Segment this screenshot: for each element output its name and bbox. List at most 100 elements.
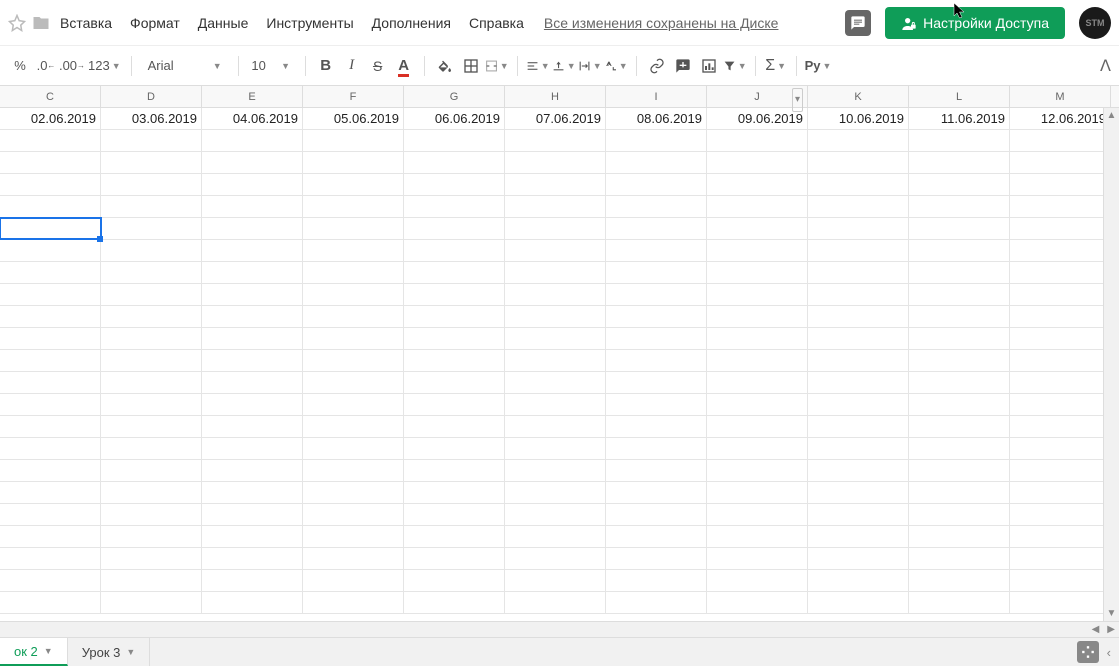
column-header-H[interactable]: H bbox=[505, 86, 606, 107]
share-button[interactable]: Настройки Доступа bbox=[885, 7, 1065, 39]
cell[interactable] bbox=[303, 592, 404, 613]
strikethrough-button[interactable]: S bbox=[366, 54, 390, 78]
cell[interactable] bbox=[101, 240, 202, 261]
cell[interactable] bbox=[1010, 284, 1111, 305]
cell[interactable] bbox=[0, 504, 101, 525]
cell[interactable] bbox=[202, 592, 303, 613]
cell[interactable] bbox=[404, 284, 505, 305]
cell[interactable] bbox=[606, 548, 707, 569]
cell[interactable] bbox=[808, 130, 909, 151]
cell[interactable] bbox=[909, 548, 1010, 569]
cell[interactable] bbox=[606, 592, 707, 613]
cell[interactable] bbox=[404, 548, 505, 569]
column-header-G[interactable]: G bbox=[404, 86, 505, 107]
cell[interactable] bbox=[202, 328, 303, 349]
text-color-button[interactable]: A bbox=[392, 54, 416, 78]
cell[interactable] bbox=[505, 570, 606, 591]
cell[interactable] bbox=[1010, 592, 1111, 613]
cell[interactable] bbox=[303, 350, 404, 371]
cell[interactable]: 03.06.2019 bbox=[101, 108, 202, 129]
cell[interactable] bbox=[707, 174, 808, 195]
cell[interactable] bbox=[0, 284, 101, 305]
save-status[interactable]: Все изменения сохранены на Диске bbox=[544, 15, 779, 31]
cell[interactable] bbox=[505, 328, 606, 349]
cell[interactable] bbox=[404, 350, 505, 371]
cell[interactable] bbox=[505, 592, 606, 613]
cell[interactable]: 02.06.2019 bbox=[0, 108, 101, 129]
cell[interactable] bbox=[505, 152, 606, 173]
cell[interactable] bbox=[707, 504, 808, 525]
cell[interactable]: 11.06.2019 bbox=[909, 108, 1010, 129]
cell[interactable] bbox=[0, 372, 101, 393]
cell[interactable] bbox=[909, 570, 1010, 591]
cell[interactable]: 10.06.2019 bbox=[808, 108, 909, 129]
cell[interactable] bbox=[909, 284, 1010, 305]
cell[interactable] bbox=[0, 592, 101, 613]
cell[interactable] bbox=[808, 262, 909, 283]
menu-инструменты[interactable]: Инструменты bbox=[266, 15, 353, 31]
cell[interactable] bbox=[404, 394, 505, 415]
cell[interactable] bbox=[101, 328, 202, 349]
cell[interactable] bbox=[202, 460, 303, 481]
cell[interactable] bbox=[909, 372, 1010, 393]
column-header-I[interactable]: I bbox=[606, 86, 707, 107]
cell[interactable] bbox=[1010, 460, 1111, 481]
cell[interactable] bbox=[0, 394, 101, 415]
cell[interactable] bbox=[707, 460, 808, 481]
cell[interactable] bbox=[606, 284, 707, 305]
cell[interactable] bbox=[505, 416, 606, 437]
script-button[interactable]: Рy▼ bbox=[805, 54, 832, 78]
cell[interactable] bbox=[101, 174, 202, 195]
cell[interactable] bbox=[303, 460, 404, 481]
cell[interactable] bbox=[707, 482, 808, 503]
column-header-E[interactable]: E bbox=[202, 86, 303, 107]
borders-button[interactable] bbox=[459, 54, 483, 78]
cell[interactable] bbox=[303, 570, 404, 591]
cell[interactable] bbox=[606, 372, 707, 393]
cell[interactable] bbox=[0, 570, 101, 591]
cell[interactable] bbox=[606, 152, 707, 173]
cell[interactable]: 06.06.2019 bbox=[404, 108, 505, 129]
cell[interactable] bbox=[303, 394, 404, 415]
cell[interactable] bbox=[808, 592, 909, 613]
column-header-C[interactable]: C bbox=[0, 86, 101, 107]
cell[interactable] bbox=[1010, 372, 1111, 393]
cell[interactable] bbox=[101, 570, 202, 591]
cell[interactable] bbox=[404, 306, 505, 327]
cell[interactable] bbox=[1010, 130, 1111, 151]
cell[interactable] bbox=[303, 438, 404, 459]
cell[interactable] bbox=[505, 372, 606, 393]
cell[interactable] bbox=[505, 218, 606, 239]
cell[interactable] bbox=[909, 438, 1010, 459]
cell[interactable] bbox=[505, 174, 606, 195]
cell[interactable] bbox=[505, 240, 606, 261]
cell[interactable] bbox=[505, 196, 606, 217]
cell[interactable] bbox=[707, 130, 808, 151]
font-family-select[interactable]: Arial ▼ bbox=[140, 58, 230, 73]
cell[interactable] bbox=[1010, 482, 1111, 503]
cell[interactable] bbox=[303, 240, 404, 261]
sheet-tab[interactable]: ок 2▼ bbox=[0, 638, 68, 666]
avatar[interactable]: STM bbox=[1079, 7, 1111, 39]
cell[interactable] bbox=[202, 438, 303, 459]
cell[interactable] bbox=[202, 130, 303, 151]
more-formats-button[interactable]: 123▼ bbox=[86, 54, 123, 78]
cell[interactable] bbox=[202, 284, 303, 305]
cell[interactable] bbox=[101, 460, 202, 481]
cell[interactable] bbox=[303, 262, 404, 283]
cell[interactable] bbox=[1010, 218, 1111, 239]
font-size-dropdown[interactable]: ▼ bbox=[273, 54, 297, 78]
cell[interactable] bbox=[202, 306, 303, 327]
cell[interactable] bbox=[202, 416, 303, 437]
cell[interactable] bbox=[202, 174, 303, 195]
scroll-left-icon[interactable]: ◀ bbox=[1088, 624, 1104, 635]
cell[interactable]: 05.06.2019 bbox=[303, 108, 404, 129]
cell[interactable] bbox=[707, 592, 808, 613]
cell[interactable] bbox=[606, 306, 707, 327]
cell[interactable] bbox=[303, 372, 404, 393]
cell[interactable] bbox=[0, 196, 101, 217]
scroll-up-icon[interactable]: ▲ bbox=[1105, 108, 1119, 123]
cell[interactable] bbox=[606, 438, 707, 459]
menu-справка[interactable]: Справка bbox=[469, 15, 524, 31]
cell[interactable] bbox=[909, 306, 1010, 327]
